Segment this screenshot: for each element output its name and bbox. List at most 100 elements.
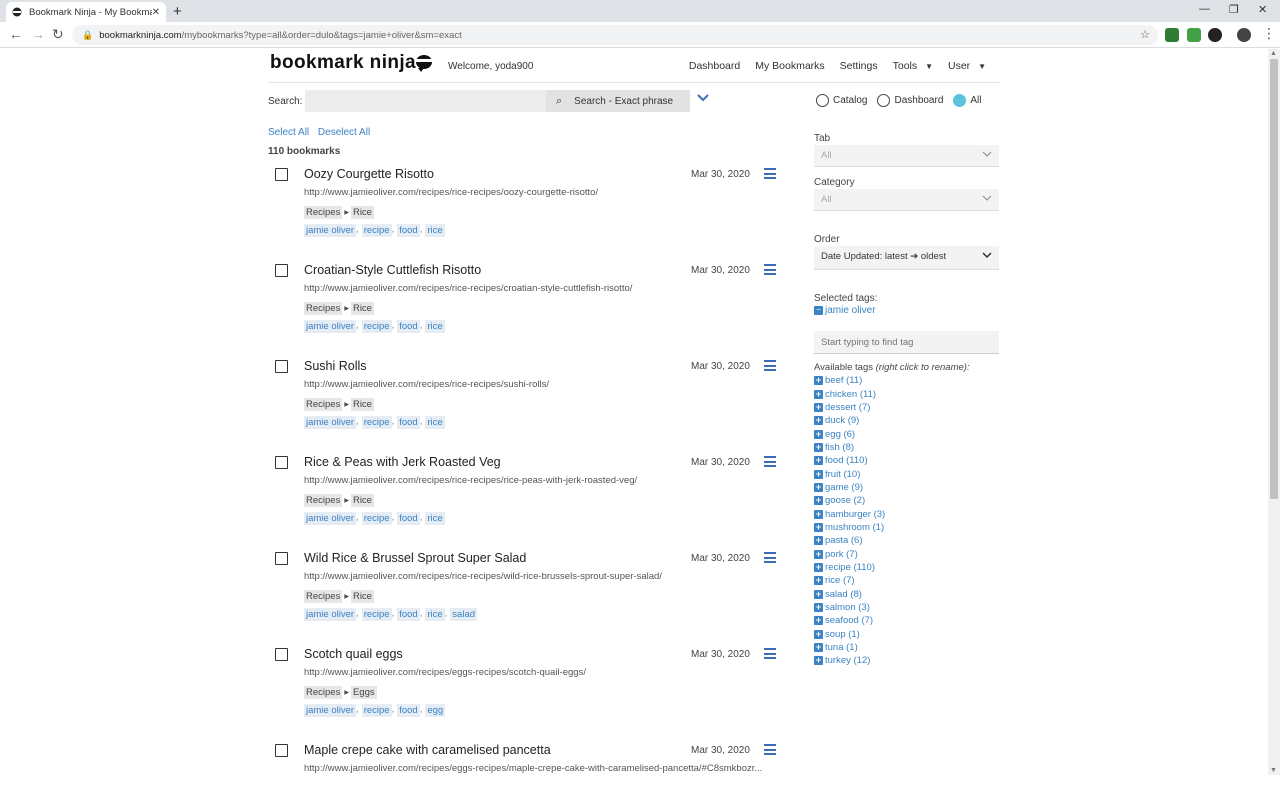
bookmark-category[interactable]: Eggs: [350, 686, 377, 699]
available-tag[interactable]: + salad (8): [814, 588, 885, 601]
tag-search-input[interactable]: [814, 331, 999, 354]
bookmark-url[interactable]: http://www.jamieoliver.com/recipes/eggs-…: [304, 667, 764, 678]
bookmark-tag[interactable]: rice: [425, 416, 445, 429]
site-logo[interactable]: bookmark ninja: [270, 52, 416, 74]
bookmark-tab[interactable]: Recipes: [304, 494, 343, 507]
nav-settings[interactable]: Settings: [840, 60, 878, 72]
profile-icon[interactable]: [1237, 28, 1251, 42]
forward-icon[interactable]: →: [31, 26, 45, 42]
hamburger-menu-icon[interactable]: [764, 456, 776, 467]
bookmark-category[interactable]: Rice: [350, 302, 374, 315]
available-tag[interactable]: + food (110): [814, 454, 885, 467]
available-tag[interactable]: + soup (1): [814, 628, 885, 641]
bookmark-tag[interactable]: food: [397, 512, 420, 525]
nav-tools[interactable]: Tools ▼: [893, 60, 933, 72]
search-input[interactable]: [305, 90, 546, 112]
bookmark-title[interactable]: Maple crepe cake with caramelised pancet…: [304, 743, 551, 757]
available-tag[interactable]: + egg (6): [814, 427, 885, 440]
bookmark-title[interactable]: Croatian-Style Cuttlefish Risotto: [304, 263, 481, 277]
available-tag[interactable]: + game (9): [814, 481, 885, 494]
hamburger-menu-icon[interactable]: [764, 168, 776, 179]
bookmark-tag[interactable]: recipe: [361, 704, 392, 717]
new-tab-icon[interactable]: +: [173, 3, 182, 20]
window-close-icon[interactable]: ✕: [1258, 3, 1267, 16]
bookmark-url[interactable]: http://www.jamieoliver.com/recipes/rice-…: [304, 475, 764, 486]
available-tag[interactable]: + salmon (3): [814, 601, 885, 614]
bookmark-tab[interactable]: Recipes: [304, 302, 343, 315]
bookmark-tag[interactable]: food: [397, 320, 420, 333]
bookmark-checkbox[interactable]: [275, 264, 288, 277]
address-bar[interactable]: 🔒 bookmarkninja.com/mybookmarks?type=all…: [72, 25, 1158, 45]
bookmark-tag[interactable]: recipe: [361, 320, 392, 333]
available-tag[interactable]: + recipe (110): [814, 561, 885, 574]
available-tag[interactable]: + duck (9): [814, 414, 885, 427]
bookmark-category[interactable]: Rice: [350, 590, 374, 603]
browser-tab[interactable]: Bookmark Ninja - My Bookmarks ✕: [6, 2, 166, 22]
bookmark-checkbox[interactable]: [275, 648, 288, 661]
bookmark-tag[interactable]: egg: [425, 704, 446, 717]
nav-dashboard[interactable]: Dashboard: [689, 60, 740, 72]
nav-user[interactable]: User ▼: [948, 60, 986, 72]
radio-dashboard[interactable]: Dashboard: [877, 94, 943, 107]
bookmark-title[interactable]: Sushi Rolls: [304, 359, 367, 373]
bookmark-title[interactable]: Scotch quail eggs: [304, 647, 403, 661]
bookmark-title[interactable]: Wild Rice & Brussel Sprout Super Salad: [304, 551, 526, 565]
bookmark-tag[interactable]: food: [397, 704, 420, 717]
radio-catalog[interactable]: Catalog: [816, 94, 867, 107]
bookmark-category[interactable]: Rice: [350, 494, 374, 507]
browser-menu-icon[interactable]: ⋮: [1262, 25, 1276, 42]
scrollbar-thumb[interactable]: [1270, 59, 1278, 499]
bookmark-tag[interactable]: rice: [425, 608, 445, 621]
bookmark-tag[interactable]: jamie oliver: [304, 512, 357, 525]
search-options-chevron-icon[interactable]: [696, 91, 710, 105]
bookmark-tab[interactable]: Recipes: [304, 590, 343, 603]
hamburger-menu-icon[interactable]: [764, 264, 776, 275]
page-scrollbar[interactable]: ▲ ▼: [1268, 49, 1280, 775]
reload-icon[interactable]: ↻: [52, 26, 64, 43]
available-tag[interactable]: + fruit (10): [814, 467, 885, 480]
hamburger-menu-icon[interactable]: [764, 552, 776, 563]
bookmark-tag[interactable]: food: [397, 416, 420, 429]
bookmark-url[interactable]: http://www.jamieoliver.com/recipes/rice-…: [304, 571, 764, 582]
back-icon[interactable]: ←: [9, 26, 23, 42]
bookmark-tag[interactable]: recipe: [361, 224, 392, 237]
bookmark-star-icon[interactable]: ☆: [1140, 28, 1150, 41]
hamburger-menu-icon[interactable]: [764, 360, 776, 371]
hamburger-menu-icon[interactable]: [764, 648, 776, 659]
restore-icon[interactable]: ❐: [1229, 3, 1239, 16]
bookmark-tag[interactable]: jamie oliver: [304, 704, 357, 717]
bookmark-category[interactable]: Rice: [350, 206, 374, 219]
available-tag[interactable]: + turkey (12): [814, 654, 885, 667]
bookmark-url[interactable]: http://www.jamieoliver.com/recipes/eggs-…: [304, 763, 764, 774]
available-tag[interactable]: + hamburger (3): [814, 507, 885, 520]
bookmark-checkbox[interactable]: [275, 552, 288, 565]
bookmark-checkbox[interactable]: [275, 744, 288, 757]
bookmark-tag[interactable]: recipe: [361, 416, 392, 429]
bookmark-url[interactable]: http://www.jamieoliver.com/recipes/rice-…: [304, 283, 764, 294]
bookmark-tag[interactable]: food: [397, 224, 420, 237]
available-tag[interactable]: + fish (8): [814, 441, 885, 454]
bookmark-title[interactable]: Oozy Courgette Risotto: [304, 167, 434, 181]
available-tag[interactable]: + chicken (11): [814, 387, 885, 400]
bookmark-tag[interactable]: food: [397, 608, 420, 621]
tab-filter-select[interactable]: All: [814, 145, 999, 167]
bookmark-tag[interactable]: rice: [425, 320, 445, 333]
available-tag[interactable]: + tuna (1): [814, 641, 885, 654]
hamburger-menu-icon[interactable]: [764, 744, 776, 755]
available-tag[interactable]: + rice (7): [814, 574, 885, 587]
bookmark-tab[interactable]: Recipes: [304, 398, 343, 411]
bookmark-tag[interactable]: jamie oliver: [304, 608, 357, 621]
extension-grid-icon[interactable]: [1187, 28, 1201, 42]
radio-all[interactable]: All: [953, 94, 982, 107]
bookmark-tag[interactable]: recipe: [361, 512, 392, 525]
available-tag[interactable]: + seafood (7): [814, 614, 885, 627]
bookmark-tab[interactable]: Recipes: [304, 686, 343, 699]
bookmark-tab[interactable]: Recipes: [304, 206, 343, 219]
category-filter-select[interactable]: All: [814, 189, 999, 211]
bookmark-tag[interactable]: recipe: [361, 608, 392, 621]
available-tag[interactable]: + beef (11): [814, 374, 885, 387]
extension-shield-icon[interactable]: [1165, 28, 1179, 42]
nav-my-bookmarks[interactable]: My Bookmarks: [755, 60, 824, 72]
selected-tag-jamie-oliver[interactable]: − jamie oliver: [814, 305, 876, 316]
bookmark-tag[interactable]: jamie oliver: [304, 224, 357, 237]
